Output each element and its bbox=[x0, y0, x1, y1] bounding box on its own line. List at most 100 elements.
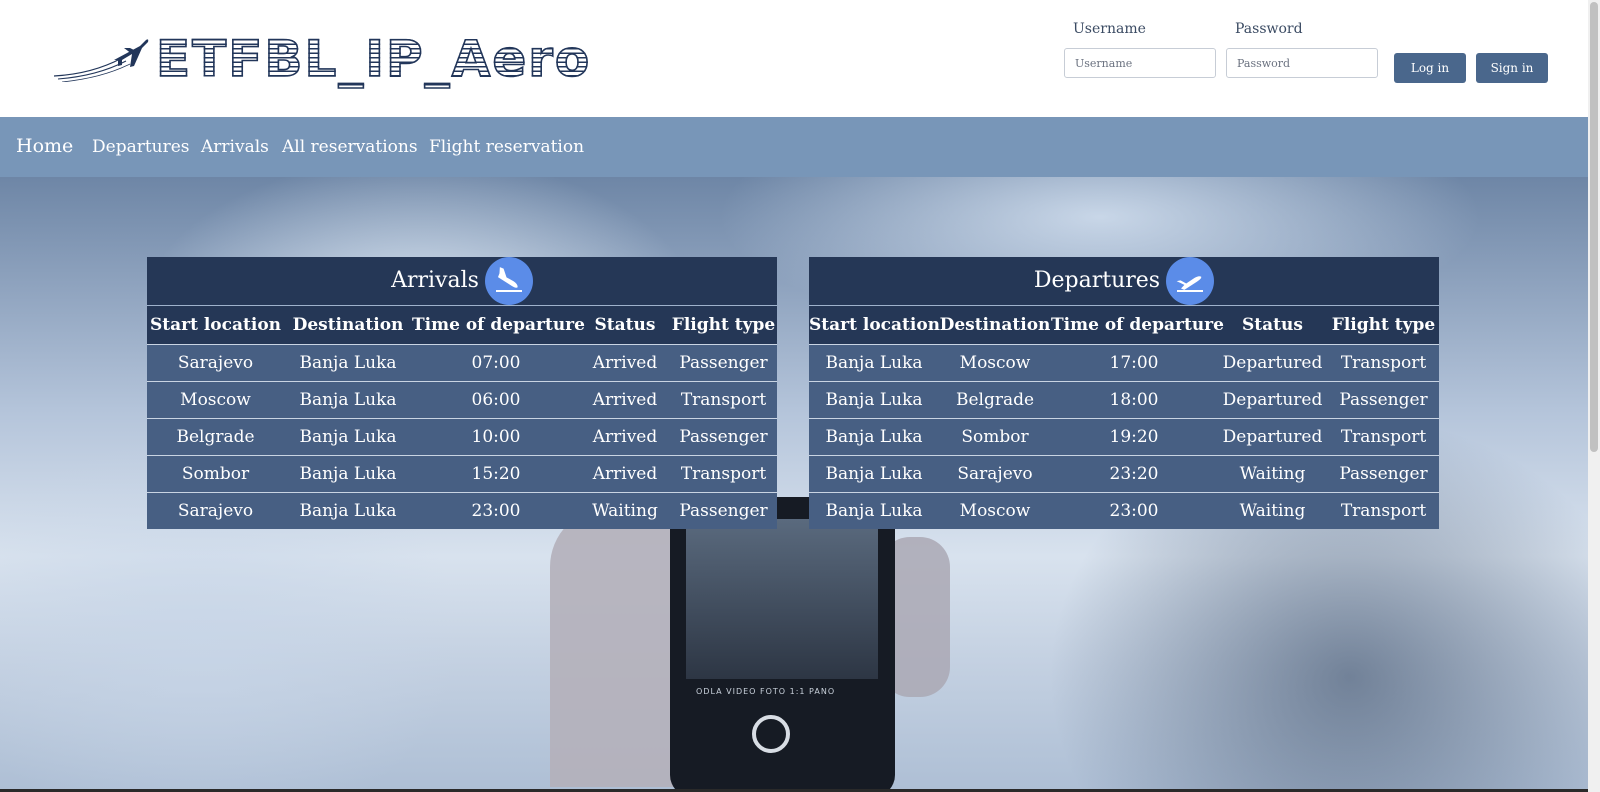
airplane-landing-icon bbox=[484, 257, 533, 305]
cell-start-location: Moscow bbox=[147, 381, 284, 419]
departures-panel: Departures Start location Destination Ti… bbox=[809, 257, 1439, 529]
cell-start-location: Sarajevo bbox=[147, 344, 284, 382]
table-row: Banja Luka Moscow 17:00 Departured Trans… bbox=[809, 344, 1439, 382]
cell-time: 23:00 bbox=[1051, 492, 1217, 529]
nav-all-reservations[interactable]: All reservations bbox=[282, 117, 418, 177]
cell-time: 23:00 bbox=[412, 492, 580, 529]
cell-destination: Sarajevo bbox=[939, 455, 1051, 493]
cell-time: 17:00 bbox=[1051, 344, 1217, 382]
cell-status: Departured bbox=[1217, 344, 1328, 382]
username-input[interactable] bbox=[1064, 48, 1216, 78]
cell-flight-type: Transport bbox=[1328, 344, 1439, 382]
cell-destination: Banja Luka bbox=[284, 492, 412, 529]
cell-time: 07:00 bbox=[412, 344, 580, 382]
brand-logo[interactable]: ETFBL_IP_Aero bbox=[52, 28, 592, 89]
col-destination: Destination bbox=[284, 305, 412, 345]
vertical-scrollbar[interactable] bbox=[1588, 0, 1600, 792]
cell-flight-type: Transport bbox=[1328, 492, 1439, 529]
scrollbar-thumb[interactable] bbox=[1590, 2, 1598, 452]
cell-status: Arrived bbox=[580, 344, 670, 382]
site-header: ETFBL_IP_Aero Username Password Log in S… bbox=[0, 0, 1588, 117]
password-label: Password bbox=[1235, 21, 1303, 37]
cell-time: 23:20 bbox=[1051, 455, 1217, 493]
col-flight-type: Flight type bbox=[670, 305, 777, 345]
departures-header-row: Start location Destination Time of depar… bbox=[809, 305, 1439, 345]
hand-shape bbox=[550, 507, 690, 787]
username-field-group: Username bbox=[1064, 20, 1216, 78]
airplane-takeoff-icon bbox=[1166, 257, 1215, 305]
col-time-of-departure: Time of departure bbox=[412, 305, 585, 345]
cell-destination: Moscow bbox=[939, 492, 1051, 529]
cell-time: 06:00 bbox=[412, 381, 580, 419]
cell-time: 18:00 bbox=[1051, 381, 1217, 419]
table-row: Sarajevo Banja Luka 23:00 Waiting Passen… bbox=[147, 492, 777, 529]
cell-flight-type: Transport bbox=[670, 381, 777, 419]
cell-start-location: Sarajevo bbox=[147, 492, 284, 529]
col-start-location: Start location bbox=[809, 305, 940, 345]
departures-header: Departures bbox=[809, 257, 1439, 305]
main-nav: Home Departures Arrivals All reservation… bbox=[0, 117, 1588, 177]
table-row: Banja Luka Moscow 23:00 Waiting Transpor… bbox=[809, 492, 1439, 529]
col-flight-type: Flight type bbox=[1328, 305, 1439, 345]
nav-departures[interactable]: Departures bbox=[92, 117, 190, 177]
table-row: Moscow Banja Luka 06:00 Arrived Transpor… bbox=[147, 381, 777, 419]
cell-flight-type: Transport bbox=[670, 455, 777, 493]
cell-status: Waiting bbox=[580, 492, 670, 529]
cell-flight-type: Transport bbox=[1328, 418, 1439, 456]
password-input[interactable] bbox=[1226, 48, 1378, 78]
col-status: Status bbox=[580, 305, 670, 345]
login-button[interactable]: Log in bbox=[1394, 53, 1466, 83]
table-row: Banja Luka Belgrade 18:00 Departured Pas… bbox=[809, 381, 1439, 419]
cell-status: Departured bbox=[1217, 381, 1328, 419]
cell-flight-type: Passenger bbox=[670, 344, 777, 382]
cell-flight-type: Passenger bbox=[1328, 455, 1439, 493]
departures-title: Departures bbox=[1033, 268, 1161, 293]
cell-status: Waiting bbox=[1217, 492, 1328, 529]
cell-time: 15:20 bbox=[412, 455, 580, 493]
cell-flight-type: Passenger bbox=[670, 492, 777, 529]
cell-status: Waiting bbox=[1217, 455, 1328, 493]
cell-start-location: Banja Luka bbox=[809, 492, 939, 529]
cell-destination: Moscow bbox=[939, 344, 1051, 382]
col-start-location: Start location bbox=[147, 305, 284, 345]
cell-time: 19:20 bbox=[1051, 418, 1217, 456]
cell-status: Arrived bbox=[580, 381, 670, 419]
phone-screen bbox=[686, 519, 878, 679]
cell-status: Departured bbox=[1217, 418, 1328, 456]
login-form: Username Password Log in Sign in bbox=[1064, 20, 1574, 90]
arrivals-table: Start location Destination Time of depar… bbox=[147, 305, 777, 529]
cell-start-location: Belgrade bbox=[147, 418, 284, 456]
departures-table: Start location Destination Time of depar… bbox=[809, 305, 1439, 529]
phone-image: ODLA VIDEO FOTO 1:1 PANO bbox=[670, 497, 895, 789]
cell-start-location: Banja Luka bbox=[809, 418, 939, 456]
table-row: Banja Luka Sombor 19:20 Departured Trans… bbox=[809, 418, 1439, 456]
cell-destination: Banja Luka bbox=[284, 418, 412, 456]
cell-start-location: Banja Luka bbox=[809, 344, 939, 382]
cell-flight-type: Passenger bbox=[670, 418, 777, 456]
cell-status: Arrived bbox=[580, 455, 670, 493]
table-row: Sarajevo Banja Luka 07:00 Arrived Passen… bbox=[147, 344, 777, 382]
cell-destination: Belgrade bbox=[939, 381, 1051, 419]
signin-button[interactable]: Sign in bbox=[1476, 53, 1548, 83]
nav-arrivals[interactable]: Arrivals bbox=[201, 117, 269, 177]
cell-destination: Sombor bbox=[939, 418, 1051, 456]
cell-start-location: Sombor bbox=[147, 455, 284, 493]
arrivals-panel: Arrivals Start location Destination Time… bbox=[147, 257, 777, 529]
phone-camera-modes: ODLA VIDEO FOTO 1:1 PANO bbox=[696, 687, 836, 696]
nav-home[interactable]: Home bbox=[16, 116, 73, 176]
brand-name: ETFBL_IP_Aero bbox=[155, 29, 592, 89]
cell-start-location: Banja Luka bbox=[809, 455, 939, 493]
arrivals-header: Arrivals bbox=[147, 257, 777, 305]
cell-status: Arrived bbox=[580, 418, 670, 456]
cell-time: 10:00 bbox=[412, 418, 580, 456]
table-row: Sombor Banja Luka 15:20 Arrived Transpor… bbox=[147, 455, 777, 493]
arrivals-header-row: Start location Destination Time of depar… bbox=[147, 305, 777, 345]
col-status: Status bbox=[1217, 305, 1328, 345]
arrivals-title: Arrivals bbox=[391, 268, 479, 293]
phone-shutter-icon bbox=[752, 715, 790, 753]
cell-start-location: Banja Luka bbox=[809, 381, 939, 419]
cell-flight-type: Passenger bbox=[1328, 381, 1439, 419]
cell-destination: Banja Luka bbox=[284, 455, 412, 493]
nav-flight-reservation[interactable]: Flight reservation bbox=[429, 117, 584, 177]
airplane-logo-icon bbox=[53, 39, 149, 82]
